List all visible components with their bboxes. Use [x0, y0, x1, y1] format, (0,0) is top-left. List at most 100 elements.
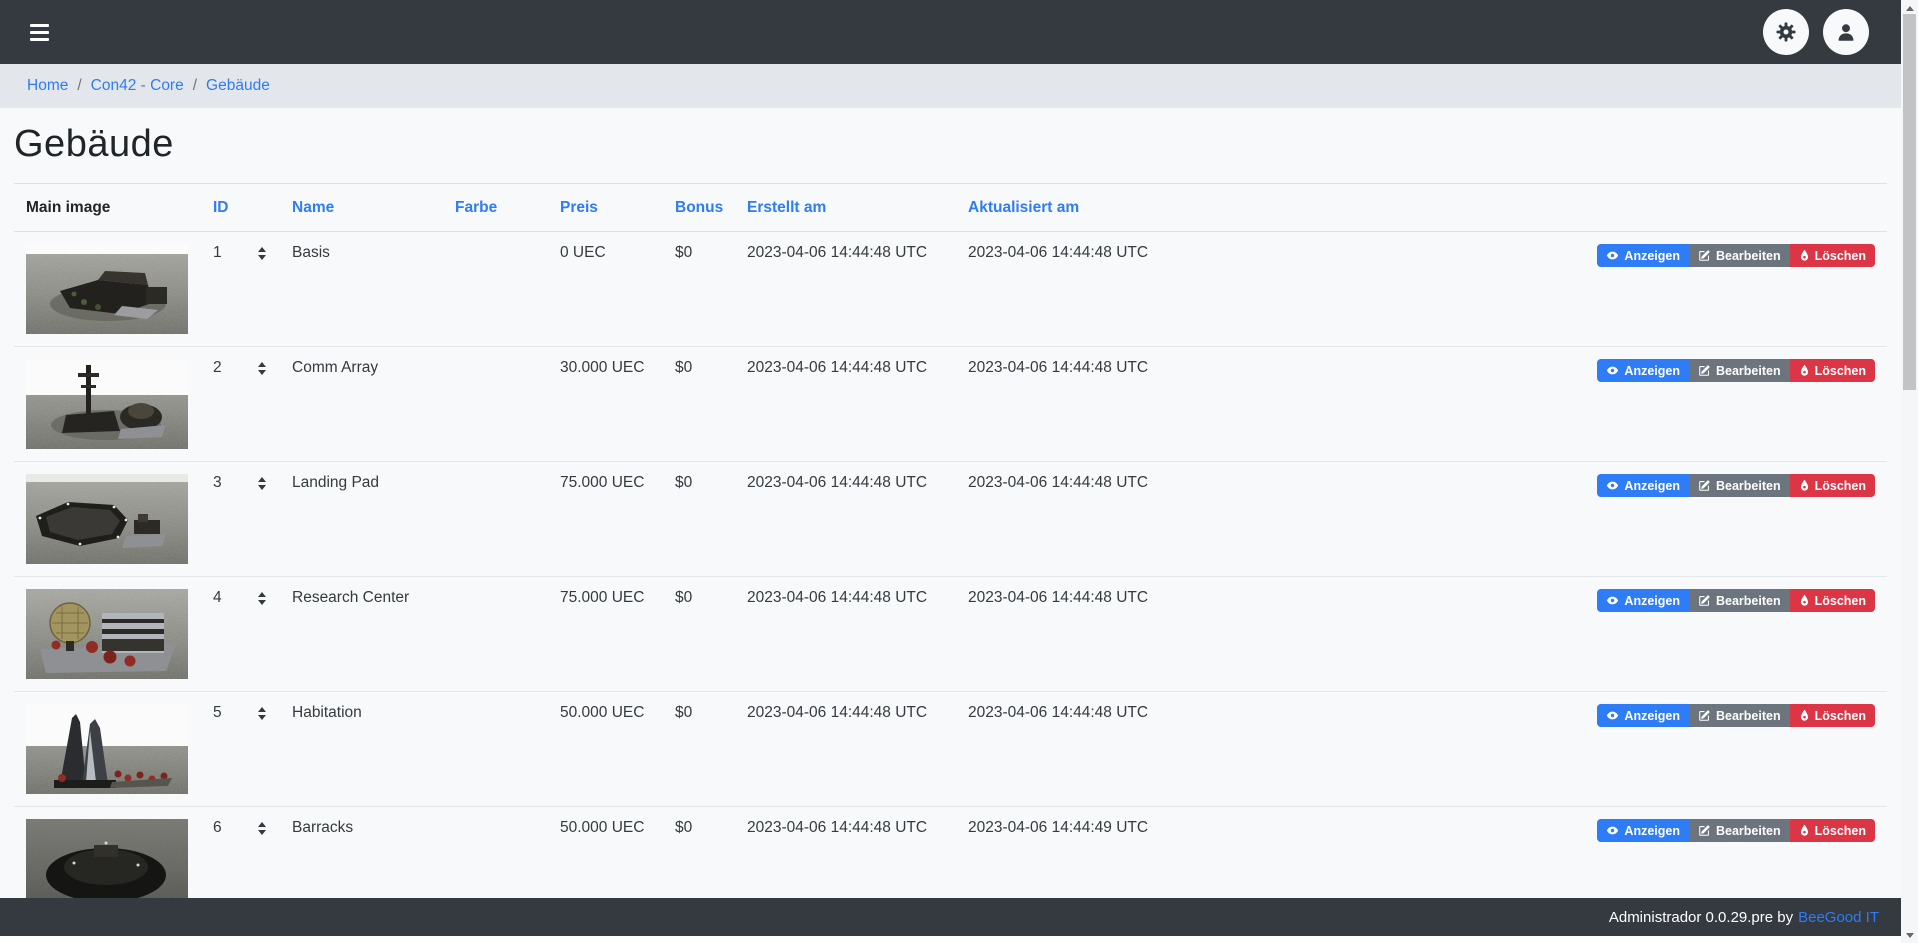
cell-id: 4 — [213, 589, 222, 607]
edit-icon — [1698, 594, 1711, 607]
page-title: Gebäude — [14, 123, 1887, 166]
sort-handle-icon[interactable] — [258, 477, 266, 490]
cell-name: Barracks — [280, 807, 443, 899]
edit-icon — [1698, 479, 1711, 492]
column-header-name[interactable]: Name — [280, 184, 443, 232]
bearbeiten-button[interactable]: Bearbeiten — [1689, 819, 1790, 842]
account-button[interactable] — [1823, 9, 1869, 55]
breadcrumb-separator: / — [77, 77, 81, 95]
cell-id: 2 — [213, 359, 222, 377]
edit-icon — [1698, 249, 1711, 262]
cell-aktualisiert-am: 2023-04-06 14:44:48 UTC — [956, 232, 1180, 347]
table-row: 5 Habitation 50.000 UEC $0 2023-04-06 14… — [14, 692, 1887, 807]
drop-icon — [1799, 824, 1810, 837]
settings-button[interactable] — [1763, 9, 1809, 55]
cell-erstellt-am: 2023-04-06 14:44:48 UTC — [735, 462, 956, 577]
sort-handle-icon[interactable] — [258, 707, 266, 720]
column-header-bonus[interactable]: Bonus — [663, 184, 735, 232]
column-header-aktualisiert-am[interactable]: Aktualisiert am — [956, 184, 1180, 232]
breadcrumb-home[interactable]: Home — [27, 77, 68, 95]
bearbeiten-button[interactable]: Bearbeiten — [1689, 474, 1790, 497]
anzeigen-button[interactable]: Anzeigen — [1597, 244, 1689, 267]
cell-bonus: $0 — [663, 347, 735, 462]
loeschen-button[interactable]: Löschen — [1790, 359, 1875, 382]
scrollbar[interactable] — [1901, 0, 1918, 943]
cell-bonus: $0 — [663, 232, 735, 347]
cell-id: 3 — [213, 474, 222, 492]
edit-icon — [1698, 364, 1711, 377]
scrollbar-up-arrow-icon[interactable] — [1906, 6, 1914, 11]
sort-handle-icon[interactable] — [258, 362, 266, 375]
bearbeiten-button[interactable]: Bearbeiten — [1689, 589, 1790, 612]
breadcrumb-con42-core[interactable]: Con42 - Core — [91, 77, 184, 95]
loeschen-button[interactable]: Löschen — [1790, 244, 1875, 267]
anzeigen-button[interactable]: Anzeigen — [1597, 704, 1689, 727]
scrollbar-thumb[interactable] — [1903, 14, 1916, 390]
cell-aktualisiert-am: 2023-04-06 14:44:48 UTC — [956, 462, 1180, 577]
edit-icon — [1698, 824, 1711, 837]
cell-id: 5 — [213, 704, 222, 722]
loeschen-button[interactable]: Löschen — [1790, 589, 1875, 612]
bearbeiten-button[interactable]: Bearbeiten — [1689, 244, 1790, 267]
column-header-erstellt-am[interactable]: Erstellt am — [735, 184, 956, 232]
loeschen-button[interactable]: Löschen — [1790, 474, 1875, 497]
building-thumbnail — [26, 589, 188, 679]
column-header-farbe[interactable]: Farbe — [443, 184, 548, 232]
cell-bonus: $0 — [663, 577, 735, 692]
screen: Home / Con42 - Core / Gebäude Gebäude Ma… — [0, 0, 1918, 943]
building-thumbnail — [26, 244, 188, 334]
building-thumbnail — [26, 704, 188, 794]
breadcrumb-separator: / — [193, 77, 197, 95]
sort-handle-icon[interactable] — [258, 592, 266, 605]
column-header-preis[interactable]: Preis — [548, 184, 663, 232]
sort-handle-icon[interactable] — [258, 822, 266, 835]
cell-id: 6 — [213, 819, 222, 837]
cell-farbe — [443, 577, 548, 692]
cell-name: Comm Array — [280, 347, 443, 462]
eye-icon — [1606, 709, 1619, 722]
top-navbar — [0, 0, 1901, 64]
cell-bonus: $0 — [663, 807, 735, 899]
cell-erstellt-am: 2023-04-06 14:44:48 UTC — [735, 232, 956, 347]
sort-handle-icon[interactable] — [258, 247, 266, 260]
table-header-row: Main image ID Name Farbe Preis Bonus Ers… — [14, 184, 1887, 232]
bearbeiten-button[interactable]: Bearbeiten — [1689, 359, 1790, 382]
drop-icon — [1799, 479, 1810, 492]
drop-icon — [1799, 709, 1810, 722]
footer: Administrador 0.0.29.pre by BeeGood IT — [0, 898, 1901, 936]
table-row: 1 Basis 0 UEC $0 2023-04-06 14:44:48 UTC… — [14, 232, 1887, 347]
anzeigen-button[interactable]: Anzeigen — [1597, 589, 1689, 612]
hamburger-icon[interactable] — [30, 21, 56, 43]
cell-erstellt-am: 2023-04-06 14:44:48 UTC — [735, 347, 956, 462]
anzeigen-button[interactable]: Anzeigen — [1597, 819, 1689, 842]
table-row: 2 Comm Array 30.000 UEC $0 2023-04-06 14… — [14, 347, 1887, 462]
table-row: 4 Research Center 75.000 UEC $0 2023-04-… — [14, 577, 1887, 692]
building-thumbnail — [26, 819, 188, 898]
cell-erstellt-am: 2023-04-06 14:44:48 UTC — [735, 692, 956, 807]
loeschen-button[interactable]: Löschen — [1790, 819, 1875, 842]
cell-preis: 30.000 UEC — [548, 347, 663, 462]
buildings-table: Main image ID Name Farbe Preis Bonus Ers… — [14, 183, 1887, 898]
bearbeiten-button[interactable]: Bearbeiten — [1689, 704, 1790, 727]
cell-name: Basis — [280, 232, 443, 347]
cell-preis: 50.000 UEC — [548, 692, 663, 807]
eye-icon — [1606, 364, 1619, 377]
footer-beegood-link[interactable]: BeeGood IT — [1798, 909, 1879, 926]
anzeigen-button[interactable]: Anzeigen — [1597, 474, 1689, 497]
cell-name: Habitation — [280, 692, 443, 807]
gear-icon — [1775, 21, 1797, 43]
scrollbar-down-arrow-icon[interactable] — [1906, 933, 1914, 938]
breadcrumb-gebaeude[interactable]: Gebäude — [206, 77, 270, 95]
building-thumbnail — [26, 359, 188, 449]
anzeigen-button[interactable]: Anzeigen — [1597, 359, 1689, 382]
table-row: 6 Barracks 50.000 UEC $0 2023-04-06 14:4… — [14, 807, 1887, 899]
cell-preis: 75.000 UEC — [548, 577, 663, 692]
main-area: Gebäude Main image ID Name Farbe Preis B… — [0, 108, 1901, 898]
loeschen-button[interactable]: Löschen — [1790, 704, 1875, 727]
navbar-right — [1763, 9, 1879, 55]
column-header-id[interactable]: ID — [201, 184, 280, 232]
cell-preis: 0 UEC — [548, 232, 663, 347]
cell-farbe — [443, 462, 548, 577]
cell-farbe — [443, 807, 548, 899]
column-header-actions — [1180, 184, 1887, 232]
